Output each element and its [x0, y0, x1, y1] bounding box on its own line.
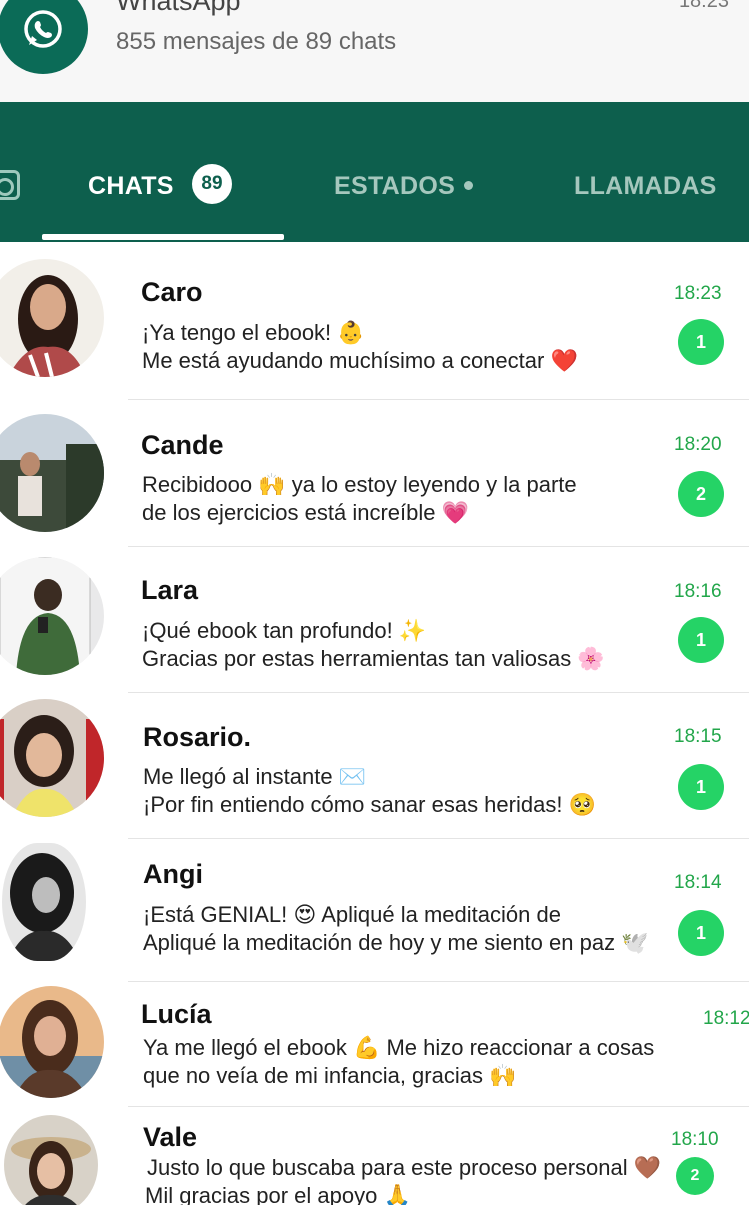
chat-message-line2: Gracias por estas herramientas tan valio…	[142, 646, 605, 671]
unread-badge: 2	[676, 1157, 714, 1195]
notification-time: 18:23	[678, 0, 729, 12]
chat-name: Angi	[143, 859, 203, 889]
chat-name: Lara	[141, 575, 199, 605]
avatar[interactable]	[4, 1115, 98, 1205]
tab-estados[interactable]: ESTADOS	[334, 172, 455, 201]
chat-name: Vale	[143, 1122, 198, 1152]
unread-badge: 1	[678, 617, 724, 663]
chats-count-badge: 89	[192, 164, 232, 204]
chat-name: Rosario.	[143, 722, 252, 752]
chat-message-line1: ¡Qué ebook tan profundo! ✨	[142, 618, 427, 643]
chat-message-line1: ¡Ya tengo el ebook! 👶	[142, 320, 365, 345]
avatar[interactable]	[0, 699, 104, 817]
chat-message-line2: Me está ayudando muchísimo a conectar ❤️	[142, 348, 578, 373]
chat-name: Cande	[141, 430, 224, 460]
chat-time: 18:16	[674, 581, 722, 602]
notification-app-name: WhatsApp	[116, 0, 241, 16]
chat-row-angi[interactable]: Angi 18:14 ¡Está GENIAL! 😍 Apliqué la me…	[0, 839, 749, 982]
estados-new-dot-icon	[464, 181, 473, 190]
chat-row-rosario[interactable]: Rosario. 18:15 Me llegó al instante ✉️ ¡…	[0, 693, 749, 839]
chat-message-line2: Mil gracias por el apoyo 🙏	[145, 1183, 411, 1205]
tab-chats[interactable]: CHATS	[88, 172, 174, 201]
avatar[interactable]	[0, 986, 104, 1098]
chat-message-line1: Ya me llegó el ebook 💪 Me hizo reacciona…	[143, 1035, 655, 1060]
tab-llamadas[interactable]: LLAMADAS	[574, 172, 717, 201]
chat-name: Lucía	[141, 999, 212, 1029]
chat-time: 18:23	[674, 283, 722, 304]
chat-message-line1: ¡Está GENIAL! 😍 Apliqué la meditación de	[143, 902, 561, 927]
chat-name: Caro	[141, 277, 203, 307]
chat-time: 18:12	[703, 1008, 749, 1029]
chat-message-line2: Apliqué la meditación de hoy y me siento…	[143, 930, 649, 955]
avatar[interactable]	[0, 259, 104, 377]
notification-header[interactable]: WhatsApp 855 mensajes de 89 chats 18:23	[0, 0, 749, 102]
chat-message-line1: Me llegó al instante ✉️	[143, 764, 367, 789]
chat-message-line2: de los ejercicios está increíble 💗	[142, 500, 469, 525]
chat-message-line2: que no veía de mi infancia, gracias 🙌	[143, 1063, 517, 1088]
avatar[interactable]	[2, 843, 86, 961]
whatsapp-logo-icon	[0, 0, 88, 74]
avatar[interactable]	[0, 414, 104, 532]
active-tab-indicator	[42, 234, 284, 240]
notification-summary: 855 mensajes de 89 chats	[116, 28, 397, 55]
camera-icon[interactable]	[0, 170, 20, 200]
chat-time: 18:14	[674, 872, 722, 893]
chat-row-vale[interactable]: Vale 18:10 Justo lo que buscaba para est…	[0, 1107, 749, 1205]
avatar[interactable]	[0, 557, 104, 675]
chat-time: 18:20	[674, 434, 722, 455]
chat-row-lara[interactable]: Lara 18:16 ¡Qué ebook tan profundo! ✨ Gr…	[0, 547, 749, 693]
unread-badge: 2	[678, 471, 724, 517]
unread-badge: 1	[678, 910, 724, 956]
chat-time: 18:10	[671, 1129, 719, 1150]
chat-row-cande[interactable]: Cande 18:20 Recibidooo 🙌 ya lo estoy ley…	[0, 400, 749, 546]
chat-row-caro[interactable]: Caro 18:23 ¡Ya tengo el ebook! 👶 Me está…	[0, 245, 749, 400]
chat-message-line1: Recibidooo 🙌 ya lo estoy leyendo y la pa…	[142, 472, 577, 497]
chat-message-line2: ¡Por fin entiendo cómo sanar esas herida…	[143, 792, 596, 817]
chat-row-lucia[interactable]: Lucía 18:12 Ya me llegó el ebook 💪 Me hi…	[0, 982, 749, 1106]
unread-badge: 1	[678, 319, 724, 365]
chat-time: 18:15	[674, 726, 722, 747]
chat-message-line1: Justo lo que buscaba para este proceso p…	[147, 1155, 662, 1180]
unread-badge: 1	[678, 764, 724, 810]
tab-bar: CHATS 89 ESTADOS LLAMADAS	[0, 102, 749, 242]
